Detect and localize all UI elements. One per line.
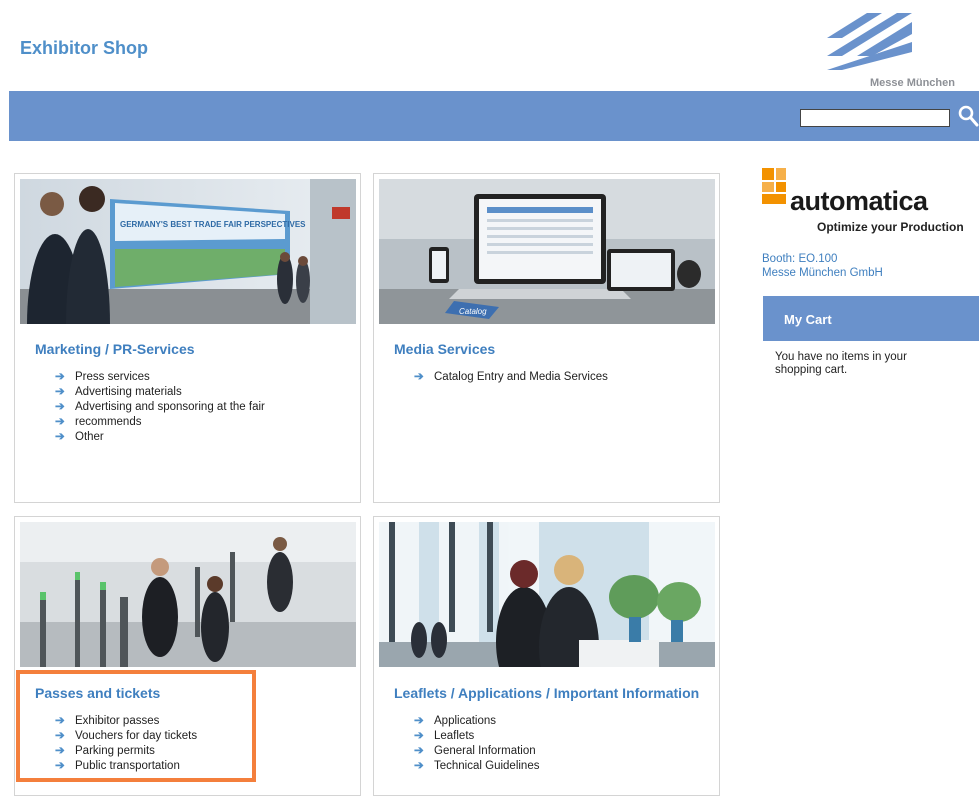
card-title-passes[interactable]: Passes and tickets — [35, 685, 160, 701]
passes-image[interactable] — [20, 522, 356, 667]
arrow-right-icon: ➔ — [414, 760, 424, 772]
arrow-right-icon: ➔ — [55, 401, 65, 413]
cart-title: My Cart — [784, 312, 832, 327]
cart-header[interactable]: My Cart — [763, 296, 979, 341]
arrow-right-icon: ➔ — [414, 730, 424, 742]
list-item[interactable]: ➔ Leaflets — [414, 729, 539, 744]
list-item[interactable]: ➔ Applications — [414, 714, 539, 729]
list-item[interactable]: ➔ Public transportation — [55, 759, 197, 774]
list-item[interactable]: ➔ Advertising materials — [55, 385, 265, 400]
arrow-right-icon: ➔ — [55, 730, 65, 742]
messe-muenchen-logo[interactable] — [822, 8, 942, 78]
arrow-right-icon: ➔ — [414, 715, 424, 727]
cart-empty-message: You have no items in your shopping cart. — [775, 351, 907, 376]
marketing-image[interactable]: GERMANY'S BEST TRADE FAIR PERSPECTIVES — [20, 179, 356, 324]
list-item[interactable]: ➔ Exhibitor passes — [55, 714, 197, 729]
list-item[interactable]: ➔ Vouchers for day tickets — [55, 729, 197, 744]
booth-number: Booth: EO.100 — [762, 253, 838, 265]
catalog-label: Catalog — [459, 307, 487, 316]
list-item[interactable]: ➔ Press services — [55, 370, 265, 385]
arrow-right-icon: ➔ — [414, 745, 424, 757]
list-item[interactable]: ➔ General Information — [414, 744, 539, 759]
list-item[interactable]: ➔ Catalog Entry and Media Services — [414, 370, 608, 385]
arrow-right-icon: ➔ — [55, 416, 65, 428]
arrow-right-icon: ➔ — [414, 371, 424, 383]
logo-caption: Messe München — [870, 77, 955, 89]
shop-title[interactable]: Exhibitor Shop — [20, 38, 148, 59]
card-media: Catalog Media Services ➔ Catalog Entry an… — [373, 173, 720, 503]
card-leaflets: Leaflets / Applications / Important Info… — [373, 516, 720, 796]
automatica-wordmark: automatica — [790, 186, 928, 216]
arrow-right-icon: ➔ — [55, 715, 65, 727]
arrow-right-icon: ➔ — [55, 371, 65, 383]
leaflets-list: ➔ Applications ➔ Leaflets ➔ General Informa… — [414, 714, 539, 774]
marketing-list: ➔ Press services ➔ Advertising materials ➔… — [55, 370, 265, 445]
card-marketing: GERMANY'S BEST TRADE FAIR PERSPECTIVES M… — [14, 173, 361, 503]
arrow-right-icon: ➔ — [55, 760, 65, 772]
company-name: Messe München GmbH — [762, 267, 883, 279]
list-item[interactable]: ➔ recommends — [55, 415, 265, 430]
media-list: ➔ Catalog Entry and Media Services — [414, 370, 608, 385]
banner-text: GERMANY'S BEST TRADE FAIR PERSPECTIVES — [120, 220, 306, 229]
card-title-leaflets[interactable]: Leaflets / Applications / Important Info… — [394, 685, 699, 701]
list-item[interactable]: ➔ Technical Guidelines — [414, 759, 539, 774]
arrow-right-icon: ➔ — [55, 386, 65, 398]
page-header: Exhibitor Shop Messe München — [0, 0, 979, 90]
booth-info: Booth: EO.100 Messe München GmbH — [762, 252, 883, 280]
automatica-tagline: Optimize your Production — [817, 220, 964, 234]
card-title-media[interactable]: Media Services — [394, 341, 495, 357]
leaflets-image[interactable] — [379, 522, 715, 667]
search-input[interactable] — [800, 109, 950, 127]
list-item[interactable]: ➔ Other — [55, 430, 265, 445]
media-image[interactable]: Catalog — [379, 179, 715, 324]
list-item[interactable]: ➔ Parking permits — [55, 744, 197, 759]
search-icon[interactable] — [957, 104, 979, 128]
card-passes: Passes and tickets ➔ Exhibitor passes ➔ Vo… — [14, 516, 361, 796]
card-title-marketing[interactable]: Marketing / PR-Services — [35, 341, 195, 357]
arrow-right-icon: ➔ — [55, 431, 65, 443]
list-item[interactable]: ➔ Advertising and sponsoring at the fair — [55, 400, 265, 415]
passes-list: ➔ Exhibitor passes ➔ Vouchers for day tick… — [55, 714, 197, 774]
arrow-right-icon: ➔ — [55, 745, 65, 757]
